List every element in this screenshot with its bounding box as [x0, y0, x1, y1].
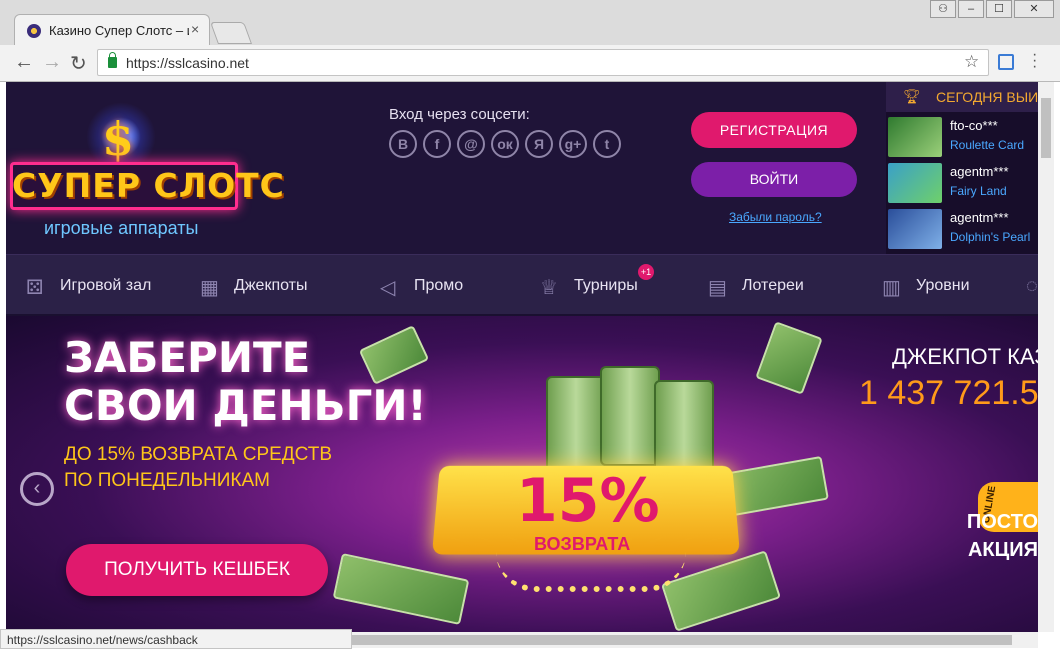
winners-panel: 🏆︎ СЕГОДНЯ ВЫИГ fto-co*** Roulette Card …	[886, 82, 1038, 254]
promo-side-line: ПОСТО	[926, 508, 1038, 536]
bookmark-star-icon[interactable]: ☆	[964, 52, 979, 72]
banner-subtitle: ДО 15% ВОЗВРАТА СРЕДСТВ ПО ПОНЕДЕЛЬНИКАМ	[64, 442, 332, 494]
game-thumbnail[interactable]	[888, 209, 942, 249]
money-roll	[600, 366, 660, 466]
winner-name: agentm***	[950, 164, 1009, 179]
nav-label: Игровой зал	[60, 277, 151, 295]
nav-label: Промо	[414, 277, 463, 295]
vertical-scroll-thumb[interactable]	[1041, 98, 1051, 158]
banner-headline: ЗАБЕРИТЕ СВОИ ДЕНЬГИ!	[64, 334, 427, 430]
promo-side-text: ПОСТО АКЦИЯ	[926, 508, 1038, 564]
google-plus-icon[interactable]: g+	[559, 130, 587, 158]
browser-chrome: Казино Супер Слотс – и × ⚇ – ☐ ✕ ← → ↻ h…	[0, 0, 1060, 82]
logo-name: СУПЕР СЛОТС	[12, 166, 285, 205]
tab-title: Казино Супер Слотс – и	[49, 23, 189, 38]
maximize-button[interactable]: ☐	[986, 0, 1012, 18]
browser-toolbar: ← → ↻ https://sslcasino.net ☆ · · ·	[0, 45, 1060, 81]
status-bar-url: https://sslcasino.net/news/cashback	[0, 629, 352, 649]
winner-name: agentm***	[950, 210, 1009, 225]
money-roll	[546, 376, 606, 476]
site-logo[interactable]: $ СУПЕР СЛОТС игровые аппараты	[6, 92, 242, 242]
minimize-button[interactable]: –	[958, 0, 984, 18]
promo-side-line: АКЦИЯ	[926, 536, 1038, 564]
ticket-icon: ▤	[708, 275, 727, 300]
tournaments-badge: +1	[638, 264, 654, 280]
jackpot-value: 1 437 721.58	[859, 374, 1038, 413]
login-button[interactable]: ВОЙТИ	[691, 162, 857, 197]
reload-icon[interactable]: ↻	[70, 51, 87, 76]
winner-item[interactable]: agentm*** Fairy Land	[886, 160, 1038, 206]
tab-close-icon[interactable]: ×	[191, 21, 199, 37]
banner-subtitle-line: ПО ПОНЕДЕЛЬНИКАМ	[64, 468, 332, 494]
winners-title: СЕГОДНЯ ВЫИГ	[936, 89, 1038, 105]
horizontal-scroll-thumb[interactable]	[352, 635, 1012, 645]
dice-icon: ⚄	[26, 275, 43, 300]
extension-icon[interactable]	[998, 54, 1014, 70]
mail-icon[interactable]: @	[457, 130, 485, 158]
winner-game-link[interactable]: Fairy Land	[950, 184, 1007, 198]
vertical-scrollbar[interactable]	[1038, 82, 1054, 632]
game-thumbnail[interactable]	[888, 117, 942, 157]
nav-label: Джекпоты	[234, 277, 307, 295]
cashback-percent: 15%	[516, 466, 660, 536]
flying-banknote	[333, 553, 470, 625]
casino-page: $ СУПЕР СЛОТС игровые аппараты Вход чере…	[6, 82, 1038, 632]
banner-headline-line: ЗАБЕРИТЕ	[64, 334, 427, 382]
social-login-title: Вход через соцсети:	[389, 106, 530, 123]
main-nav: ⚄ Игровой зал ▦ Джекпоты ◁ Промо ♕ Турни…	[6, 254, 1038, 316]
logo-dollar-icon: $	[102, 112, 134, 166]
browser-tab[interactable]: Казино Супер Слотс – и ×	[14, 14, 210, 46]
address-url: https://sslcasino.net	[126, 55, 249, 71]
horizontal-scrollbar[interactable]	[352, 632, 1038, 648]
facebook-icon[interactable]: f	[423, 130, 451, 158]
new-tab-button[interactable]	[210, 22, 252, 44]
winner-game-link[interactable]: Roulette Card	[950, 138, 1024, 152]
close-window-button[interactable]: ✕	[1014, 0, 1054, 18]
twitter-icon[interactable]: t	[593, 130, 621, 158]
get-cashback-button[interactable]: ПОЛУЧИТЬ КЕШБЕК	[66, 544, 328, 596]
winner-game-link[interactable]: Dolphin's Pearl	[950, 230, 1030, 244]
game-thumbnail[interactable]	[888, 163, 942, 203]
promo-banner[interactable]: 15% ВОЗВРАТА ЗАБЕРИТЕ СВОИ ДЕНЬГИ! ДО 15…	[6, 316, 1038, 632]
nav-label: Уровни	[916, 277, 970, 295]
yandex-icon[interactable]: Я	[525, 130, 553, 158]
odnoklassniki-icon[interactable]: ок	[491, 130, 519, 158]
banner-prev-arrow-icon[interactable]: ‹	[20, 472, 54, 506]
banner-headline-line: СВОИ ДЕНЬГИ!	[64, 382, 427, 430]
nav-label: Лотереи	[742, 277, 804, 295]
slot-machine-icon: ▦	[200, 275, 219, 300]
vk-icon[interactable]: В	[389, 130, 417, 158]
winner-item[interactable]: agentm*** Dolphin's Pearl	[886, 206, 1038, 252]
flying-banknote	[755, 321, 823, 394]
winner-name: fto-co***	[950, 118, 998, 133]
trophy-icon: 🏆︎	[903, 88, 921, 105]
register-button[interactable]: РЕГИСТРАЦИЯ	[691, 112, 857, 148]
megaphone-icon: ◁	[380, 275, 395, 300]
forgot-password-link[interactable]: Забыли пароль?	[729, 210, 822, 224]
site-header: $ СУПЕР СЛОТС игровые аппараты Вход чере…	[6, 82, 1038, 254]
forward-arrow-icon[interactable]: →	[42, 51, 62, 74]
logo-subtitle: игровые аппараты	[44, 218, 198, 239]
lock-icon	[108, 57, 117, 68]
jackpot-label: ДЖЕКПОТ КАЗ	[892, 344, 1038, 370]
light-bulbs-arc	[496, 552, 686, 592]
nav-label: Турниры	[574, 277, 638, 295]
casino-favicon-icon	[27, 24, 41, 38]
profile-icon[interactable]: ⚇	[930, 0, 956, 18]
banner-subtitle-line: ДО 15% ВОЗВРАТА СРЕДСТВ	[64, 442, 332, 468]
back-arrow-icon[interactable]: ←	[14, 51, 34, 74]
browser-menu-icon[interactable]: · · ·	[1032, 52, 1037, 70]
trophy-icon: ♕	[540, 275, 558, 300]
more-nav-icon[interactable]: ◌	[1026, 275, 1038, 298]
levels-icon: ▥	[882, 275, 901, 300]
winners-header: 🏆︎ СЕГОДНЯ ВЫИГ	[886, 82, 1038, 112]
money-rolls	[546, 366, 716, 476]
winner-item[interactable]: fto-co*** Roulette Card	[886, 114, 1038, 160]
address-bar[interactable]: https://sslcasino.net ☆	[97, 49, 989, 76]
